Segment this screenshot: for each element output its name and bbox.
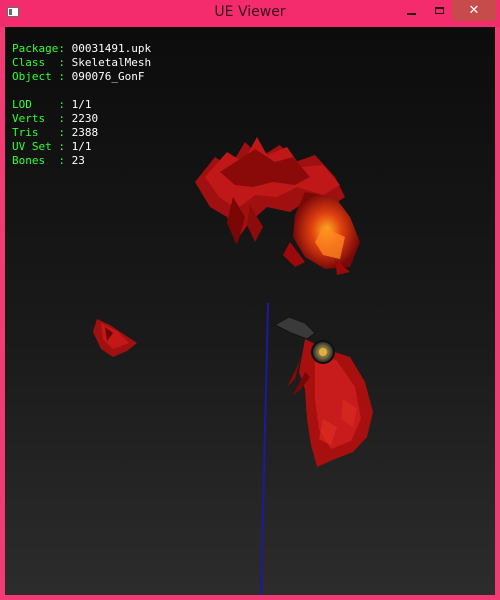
mesh-upper-cluster — [195, 137, 360, 275]
mesh-right-drape — [273, 316, 373, 467]
mesh-left-fragment — [93, 319, 137, 357]
close-icon: ✕ — [468, 3, 480, 18]
close-button[interactable]: ✕ — [452, 0, 496, 21]
minimize-button[interactable] — [396, 0, 426, 21]
minimize-icon — [406, 12, 416, 15]
maximize-icon — [434, 7, 444, 14]
3d-viewport[interactable]: Package: 00031491.upk Class : SkeletalMe… — [5, 27, 495, 595]
mesh-render — [93, 137, 373, 595]
app-window: UE Viewer ✕ Package: 00031491.upk Class … — [0, 0, 500, 600]
axis-line — [260, 302, 269, 595]
title-bar[interactable]: UE Viewer ✕ — [0, 0, 500, 27]
maximize-button[interactable] — [424, 0, 454, 21]
